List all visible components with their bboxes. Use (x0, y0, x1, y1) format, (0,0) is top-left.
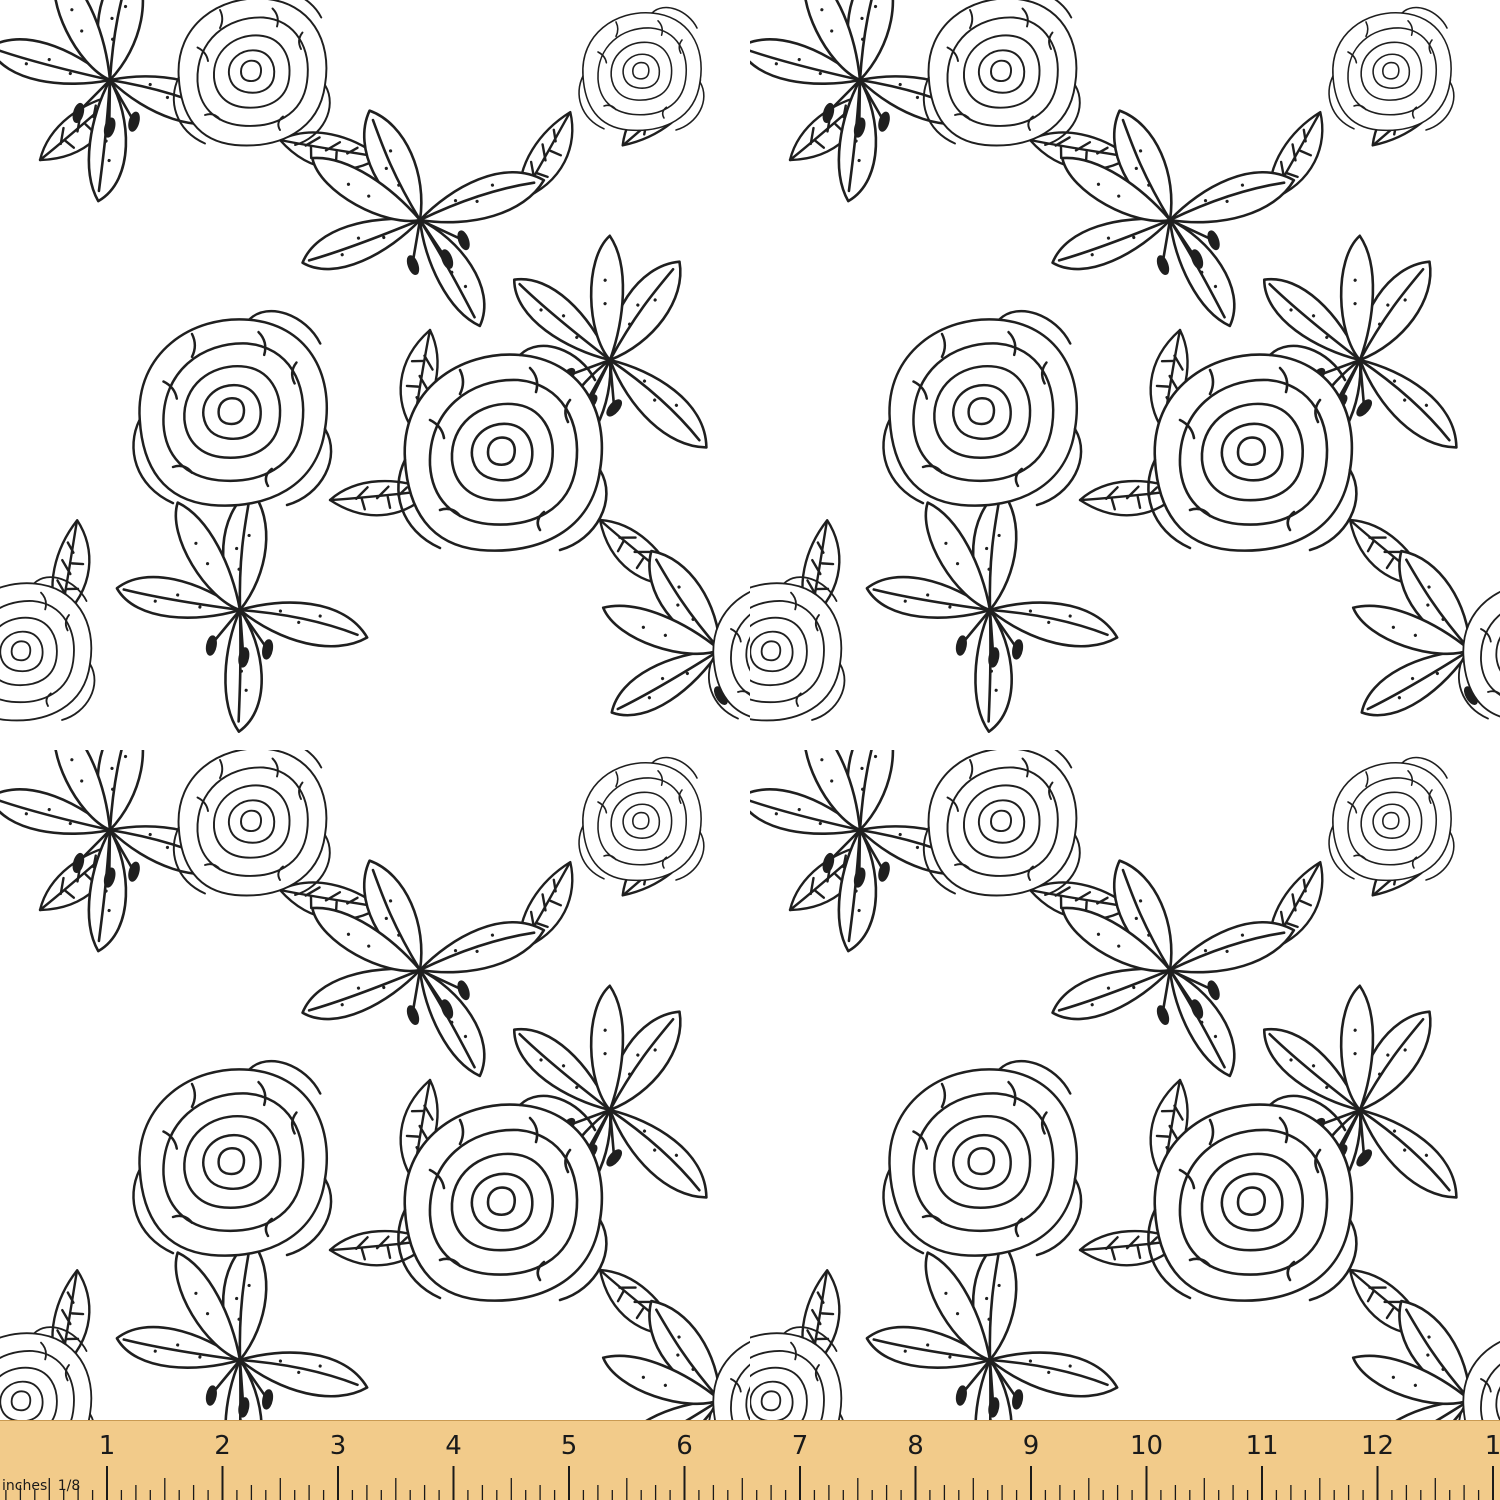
ruler-number: 12 (1361, 1431, 1394, 1461)
ruler-unit-label: inches 1/8 (2, 1478, 80, 1494)
pattern-fill (0, 0, 1500, 1420)
ruler-number: 7 (792, 1431, 809, 1461)
ruler-unit-text: inches (2, 1478, 47, 1494)
ruler-number: 8 (907, 1431, 924, 1461)
ruler-number: 6 (676, 1431, 693, 1461)
measuring-ruler: 1 2 3 4 5 6 7 8 9 10 11 12 1 inches 1/8 (0, 1420, 1500, 1500)
ruler-fraction-text: 1/8 (58, 1478, 81, 1494)
ruler-number: 11 (1245, 1431, 1278, 1461)
ruler-number: 3 (330, 1431, 347, 1461)
ruler-number: 10 (1130, 1431, 1163, 1461)
ruler-number: 9 (1023, 1431, 1040, 1461)
ruler-number: 4 (445, 1431, 462, 1461)
ruler-number: 1 (99, 1431, 116, 1461)
floral-fabric-pattern (0, 0, 1500, 1420)
ruler-number: 1 (1485, 1431, 1500, 1461)
ruler-number: 5 (561, 1431, 578, 1461)
ruler-number: 2 (214, 1431, 231, 1461)
